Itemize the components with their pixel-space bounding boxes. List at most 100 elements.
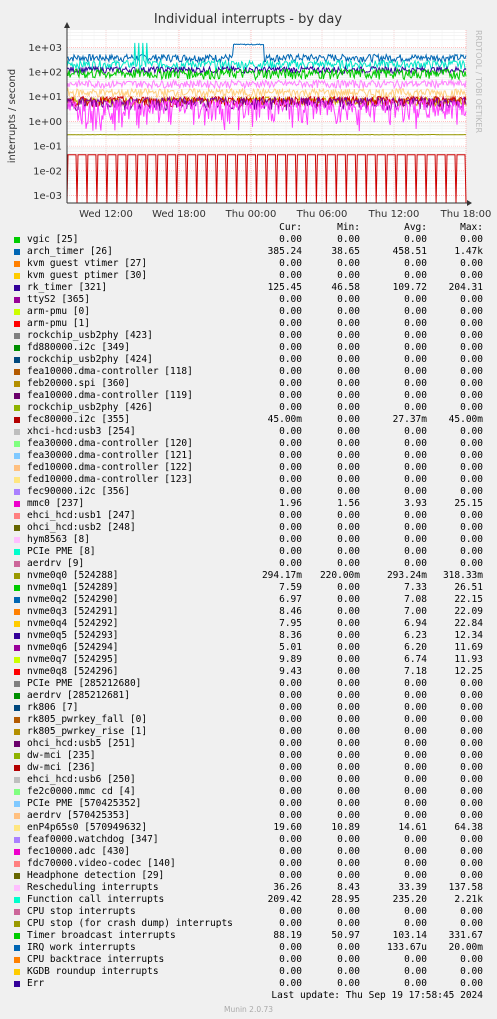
legend-max: 0.00 (460, 918, 483, 929)
y-tick-labels: 1e-03 1e-02 1e-01 1e+00 1e+01 1e+02 1e+03 (28, 43, 62, 202)
legend-min: 0.00 (337, 942, 360, 953)
legend-name: arm-pmu [1] (27, 318, 90, 329)
legend-max: 0.00 (460, 858, 483, 869)
legend-swatch (14, 285, 20, 291)
legend-swatch (14, 237, 20, 243)
legend-min: 0.00 (337, 690, 360, 701)
legend-swatch (14, 633, 20, 639)
legend-swatch (14, 525, 20, 531)
legend-min: 0.00 (337, 522, 360, 533)
legend-row: fec10000.adc [430] 0.00 0.00 0.00 0.00 (0, 846, 497, 858)
legend-name: fec80000.i2c [355] (27, 414, 130, 425)
legend-swatch (14, 477, 20, 483)
legend-row: ehci_hcd:usb1 [247] 0.00 0.00 0.00 0.00 (0, 510, 497, 522)
legend-name: feaf0000.watchdog [347] (27, 834, 159, 845)
legend-name: PCIe PME [8] (27, 546, 96, 557)
chart-title: Individual interrupts - by day (154, 12, 342, 27)
legend-max: 0.00 (460, 402, 483, 413)
legend-max: 0.00 (460, 774, 483, 785)
legend-min: 0.00 (337, 594, 360, 605)
legend-swatch (14, 405, 20, 411)
legend-name: rockchip_usb2phy [426] (27, 402, 153, 413)
legend-swatch (14, 705, 20, 711)
legend-max: 0.00 (460, 378, 483, 389)
x-tick-labels: Wed 12:00 Wed 18:00 Thu 00:00 Thu 06:00 Thu … (79, 209, 491, 220)
legend-row: Function call interrupts 209.42 28.95 235.2… (0, 894, 497, 906)
legend-swatch (14, 249, 20, 255)
legend-min: 0.00 (337, 834, 360, 845)
legend-min: 0.00 (337, 630, 360, 641)
legend-name: nvme0q0 [524288] (27, 570, 119, 581)
legend-max: 0.00 (460, 738, 483, 749)
legend-min: 0.00 (337, 702, 360, 713)
legend-max: 0.00 (460, 726, 483, 737)
legend-row: mmc0 [237] 1.96 1.56 3.93 25.15 (0, 498, 497, 510)
legend-row: nvme0q1 [524289] 7.59 0.00 7.33 26.51 (0, 582, 497, 594)
chart: 1e-03 1e-02 1e-01 1e+00 1e+01 1e+02 1e+03 Wed … (7, 12, 491, 220)
y-tick-label: 1e-02 (33, 166, 62, 177)
legend-row: rk805_pwrkey_rise [1] 0.00 0.00 0.00 0.00 (0, 726, 497, 738)
legend-max: 22.84 (454, 618, 483, 629)
legend-max: 0.00 (460, 462, 483, 473)
legend-swatch (14, 909, 20, 915)
legend-swatch (14, 861, 20, 867)
legend-row: fd880000.i2c [349] 0.00 0.00 0.00 0.00 (0, 342, 497, 354)
legend-swatch (14, 417, 20, 423)
legend-rows: vgic [25] 0.00 0.00 0.00 0.00 arch_timer [26]… (0, 234, 497, 990)
munin-version: Munin 2.0.73 (223, 1005, 274, 1014)
legend-name: aerdrv [570425353] (27, 810, 130, 821)
legend-swatch (14, 381, 20, 387)
legend-max: 22.09 (454, 606, 483, 617)
legend-row: fea30000.dma-controller [121] 0.00 0.00 0.0… (0, 450, 497, 462)
legend-swatch (14, 369, 20, 375)
legend-swatch (14, 657, 20, 663)
rrdtool-vendor-label: RRDTOOL / TOBI OETIKER (474, 30, 483, 133)
legend-min: 0.00 (337, 390, 360, 401)
legend-name: aerdrv [285212681] (27, 690, 130, 701)
legend-swatch (14, 765, 20, 771)
legend-min: 0.00 (337, 618, 360, 629)
legend-max: 0.00 (460, 438, 483, 449)
legend-min: 0.00 (337, 510, 360, 521)
last-update: Last update: Thu Sep 19 17:58:45 2024 (271, 990, 483, 1001)
legend-swatch (14, 585, 20, 591)
legend-max: 0.00 (460, 558, 483, 569)
legend-swatch (14, 453, 20, 459)
legend-row: fdc70000.video-codec [140] 0.00 0.00 0.00 0.… (0, 858, 497, 870)
legend-max: 0.00 (460, 270, 483, 281)
legend-swatch (14, 573, 20, 579)
legend-name: rk805_pwrkey_rise [1] (27, 726, 148, 737)
legend-min: 50.97 (331, 930, 360, 941)
legend-max: 0.00 (460, 702, 483, 713)
legend-name: nvme0q8 [524296] (27, 666, 119, 677)
legend-min: 0.00 (337, 906, 360, 917)
legend-swatch (14, 597, 20, 603)
legend-row: rk_timer [321] 125.45 46.58 109.72 204.31 (0, 282, 497, 294)
legend-row: CPU stop interrupts 0.00 0.00 0.00 0.00 (0, 906, 497, 918)
legend-min: 46.58 (331, 282, 360, 293)
legend-name: feb20000.spi [360] (27, 378, 130, 389)
legend-max: 22.15 (454, 594, 483, 605)
legend-row: fed10000.dma-controller [123] 0.00 0.00 0.0… (0, 474, 497, 486)
legend-row: nvme0q4 [524292] 7.95 0.00 6.94 22.84 (0, 618, 497, 630)
legend-swatch (14, 921, 20, 927)
legend-row: KGDB roundup interrupts 0.00 0.00 0.00 0.00 (0, 966, 497, 978)
legend-swatch (14, 309, 20, 315)
legend-name: dw-mci [235] (27, 750, 96, 761)
legend-min: 0.00 (337, 726, 360, 737)
legend-min: 0.00 (337, 270, 360, 281)
legend-min: 0.00 (337, 714, 360, 725)
legend-min: 0.00 (337, 294, 360, 305)
legend-min: 0.00 (337, 798, 360, 809)
legend-min: 0.00 (337, 438, 360, 449)
legend-min: 0.00 (337, 546, 360, 557)
legend-swatch (14, 537, 20, 543)
x-tick-label: Thu 12:00 (368, 209, 420, 220)
legend-max: 0.00 (460, 474, 483, 485)
legend-name: nvme0q3 [524291] (27, 606, 119, 617)
legend-min: 0.00 (337, 786, 360, 797)
legend-min: 0.00 (337, 426, 360, 437)
legend-name: fec90000.i2c [356] (27, 486, 130, 497)
legend-row: arm-pmu [0] 0.00 0.00 0.00 0.00 (0, 306, 497, 318)
legend-row: nvme0q2 [524290] 6.97 0.00 7.08 22.15 (0, 594, 497, 606)
